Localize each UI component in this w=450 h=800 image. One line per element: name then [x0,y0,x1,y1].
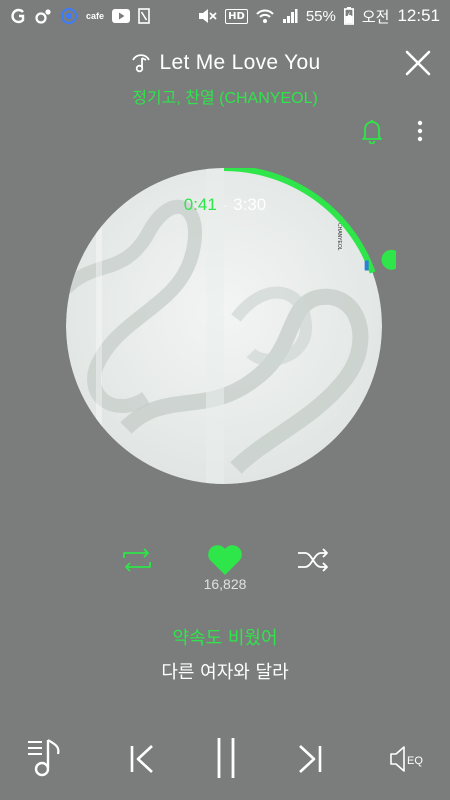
repeat-icon [123,548,151,572]
title-row: Let Me Love You [0,46,450,80]
status-bar: cafe HD 55% 오전 12:51 [0,0,450,32]
skip-previous-icon [130,745,153,773]
signal-icon [282,8,298,24]
notification-button[interactable] [360,118,384,145]
cloud-icon [34,8,52,24]
previous-button[interactable] [128,742,156,776]
shuffle-icon [298,548,328,572]
status-right: HD 55% 오전 12:51 [197,6,440,27]
equalizer-button[interactable]: EQ [388,744,432,774]
lyric-current-line[interactable]: 약속도 비웠어 [0,624,450,650]
more-vertical-icon [417,120,423,142]
total-time: 3:30 [233,195,267,214]
cafe-label: cafe [86,11,105,21]
battery-charging-icon [343,7,354,25]
playlist-button[interactable] [26,736,66,778]
album-disc[interactable]: CHANYEOL [56,165,402,488]
more-options-button[interactable] [412,118,428,146]
next-button[interactable] [296,742,324,776]
pause-icon [217,738,235,778]
status-left: cafe [10,7,150,25]
repeat-button[interactable] [120,548,154,572]
like-button[interactable] [206,543,244,577]
hd-badge: HD [225,8,248,24]
progress-knob[interactable] [381,249,402,270]
cafe-icon [60,7,78,25]
time-display: 0:41 · 3:30 [0,195,450,215]
shuffle-button[interactable] [296,548,330,572]
daum-icon [10,8,26,24]
eq-label: EQ [407,755,423,767]
wifi-icon [256,8,274,24]
clock: 12:51 [397,6,440,25]
hd-label: HD [225,8,248,24]
bell-icon [362,119,382,145]
album-art: CHANYEOL [66,165,402,484]
playlist-icon [28,739,60,777]
youtube-icon [112,9,131,23]
pause-button[interactable] [214,736,238,780]
close-button[interactable] [404,49,432,77]
time-separator: · [222,198,228,213]
speaker-eq-icon: EQ [390,746,423,772]
artist-name[interactable]: 정기고, 찬열 (CHANYEOL) [0,84,450,108]
current-time: 0:41 [183,195,217,214]
like-count: 16,828 [203,576,247,592]
progress-end-marker [364,260,369,271]
close-icon [405,50,431,76]
music-note-icon [130,52,152,74]
am-pm: 오전 [361,8,390,26]
battery-percent: 55% [305,7,336,25]
mute-icon [197,8,217,24]
album-art-label: CHANYEOL [336,223,342,251]
song-title: Let Me Love You [159,51,321,74]
clipboard-icon [138,8,150,24]
lyric-next-line[interactable]: 다른 여자와 달라 [0,658,450,684]
skip-next-icon [299,745,322,773]
heart-icon [208,545,242,575]
